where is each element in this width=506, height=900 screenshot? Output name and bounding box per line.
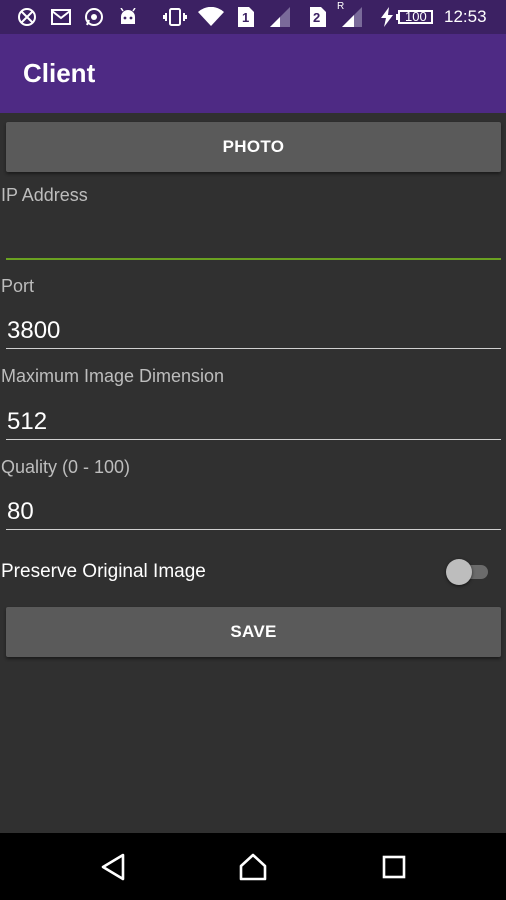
blocked-app-icon (16, 6, 38, 28)
battery-level: 100 (405, 9, 427, 24)
charging-icon (379, 6, 395, 28)
sim1-number: 1 (242, 10, 250, 25)
switch-thumb (446, 559, 472, 585)
photo-button[interactable]: PHOTO (6, 122, 501, 172)
vibrate-icon (162, 6, 188, 28)
navigation-bar (0, 833, 506, 900)
app-title: Client (23, 58, 96, 88)
max-dimension-field[interactable]: 512 (6, 404, 501, 440)
quality-field[interactable]: 80 (6, 494, 501, 530)
ip-address-label: IP Address (1, 185, 88, 205)
clock: 12:53 (444, 7, 487, 26)
preserve-original-label: Preserve Original Image (1, 561, 206, 582)
home-icon[interactable] (233, 849, 273, 885)
whatsapp-icon (83, 6, 105, 28)
client-settings-form: PHOTO IP Address Port 3800 Maximum Image… (0, 113, 506, 833)
recents-icon[interactable] (374, 849, 414, 885)
gmail-icon (50, 6, 72, 28)
signal-roaming-icon (340, 6, 364, 28)
android-debug-icon (117, 6, 139, 28)
port-label: Port (1, 276, 35, 296)
status-bar: 1 2 R 100 12:53 (0, 0, 506, 34)
signal-icon (268, 6, 292, 28)
quality-label: Quality (0 - 100) (1, 457, 131, 477)
port-field[interactable]: 3800 (6, 313, 501, 349)
preserve-original-switch[interactable] (446, 557, 492, 587)
sim2-number: 2 (313, 10, 321, 25)
wifi-icon (197, 6, 225, 28)
max-dimension-label: Maximum Image Dimension (1, 366, 225, 386)
ip-address-field[interactable] (6, 224, 501, 260)
app-bar: Client (0, 34, 506, 113)
save-button[interactable]: SAVE (6, 607, 501, 657)
back-icon[interactable] (93, 849, 133, 885)
